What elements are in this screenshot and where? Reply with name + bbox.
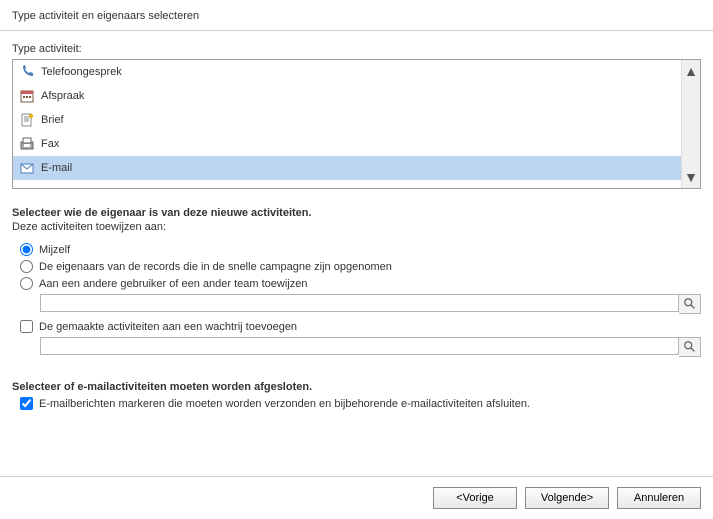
activity-item-label: Brief xyxy=(41,114,64,126)
activity-item-label: Fax xyxy=(41,138,59,150)
scroll-up-icon[interactable]: ▲ xyxy=(684,60,698,82)
list-scrollbar[interactable]: ▲ ▼ xyxy=(681,60,700,188)
other-user-lookup-button[interactable] xyxy=(679,294,701,314)
lookup-icon xyxy=(683,340,697,354)
back-button[interactable]: <Vorige xyxy=(433,487,517,509)
radio-record-owners[interactable] xyxy=(20,260,33,273)
queue-input[interactable] xyxy=(40,337,679,355)
email-close-checkbox[interactable] xyxy=(20,397,33,410)
queue-checkbox-row[interactable]: De gemaakte activiteiten aan een wachtri… xyxy=(20,320,701,333)
phone-icon xyxy=(19,64,35,80)
assign-label: Deze activiteiten toewijzen aan: xyxy=(12,221,701,233)
email-close-checkbox-row[interactable]: E-mailberichten markeren die moeten word… xyxy=(20,397,701,410)
radio-myself-row[interactable]: Mijzelf xyxy=(20,243,701,256)
owner-section: Selecteer wie de eigenaar is van deze ni… xyxy=(12,207,701,357)
calendar-icon xyxy=(19,88,35,104)
activity-type-list: Telefoongesprek Afspraak Brief xyxy=(12,59,701,189)
radio-other-user[interactable] xyxy=(20,277,33,290)
content-area: Type activiteit: Telefoongesprek Afspraa… xyxy=(0,31,713,426)
email-close-heading: Selecteer of e-mailactiviteiten moeten w… xyxy=(12,381,701,393)
activity-item-label: Afspraak xyxy=(41,90,84,102)
queue-checkbox[interactable] xyxy=(20,320,33,333)
owner-heading: Selecteer wie de eigenaar is van deze ni… xyxy=(12,207,701,219)
scroll-down-icon[interactable]: ▼ xyxy=(684,166,698,188)
lookup-icon xyxy=(683,297,697,311)
activity-item-label: E-mail xyxy=(41,162,72,174)
email-close-checkbox-label: E-mailberichten markeren die moeten word… xyxy=(39,398,530,410)
radio-record-owners-row[interactable]: De eigenaars van de records die in de sn… xyxy=(20,260,701,273)
queue-checkbox-label: De gemaakte activiteiten aan een wachtri… xyxy=(39,321,297,333)
activity-list-inner: Telefoongesprek Afspraak Brief xyxy=(13,60,681,188)
radio-other-user-label: Aan een andere gebruiker of een ander te… xyxy=(39,278,307,290)
activity-item-phone[interactable]: Telefoongesprek xyxy=(13,60,681,84)
radio-myself[interactable] xyxy=(20,243,33,256)
activity-item-label: Telefoongesprek xyxy=(41,66,122,78)
queue-lookup-button[interactable] xyxy=(679,337,701,357)
radio-record-owners-label: De eigenaars van de records die in de sn… xyxy=(39,261,392,273)
queue-lookup xyxy=(40,337,701,357)
next-button[interactable]: Volgende> xyxy=(525,487,609,509)
activity-item-fax[interactable]: Fax xyxy=(13,132,681,156)
activity-type-label: Type activiteit: xyxy=(12,43,701,55)
letter-icon xyxy=(19,112,35,128)
other-user-lookup xyxy=(40,294,701,314)
radio-myself-label: Mijzelf xyxy=(39,244,70,256)
mail-icon xyxy=(19,160,35,176)
wizard-footer: <Vorige Volgende> Annuleren xyxy=(0,476,713,519)
activity-item-letter[interactable]: Brief xyxy=(13,108,681,132)
email-close-section: Selecteer of e-mailactiviteiten moeten w… xyxy=(12,381,701,410)
other-user-input[interactable] xyxy=(40,294,679,312)
cancel-button[interactable]: Annuleren xyxy=(617,487,701,509)
wizard-window: Type activiteit en eigenaars selecteren … xyxy=(0,0,713,519)
activity-item-email[interactable]: E-mail xyxy=(13,156,681,180)
activity-item-appointment[interactable]: Afspraak xyxy=(13,84,681,108)
fax-icon xyxy=(19,136,35,152)
radio-other-user-row[interactable]: Aan een andere gebruiker of een ander te… xyxy=(20,277,701,290)
page-title: Type activiteit en eigenaars selecteren xyxy=(0,0,713,30)
